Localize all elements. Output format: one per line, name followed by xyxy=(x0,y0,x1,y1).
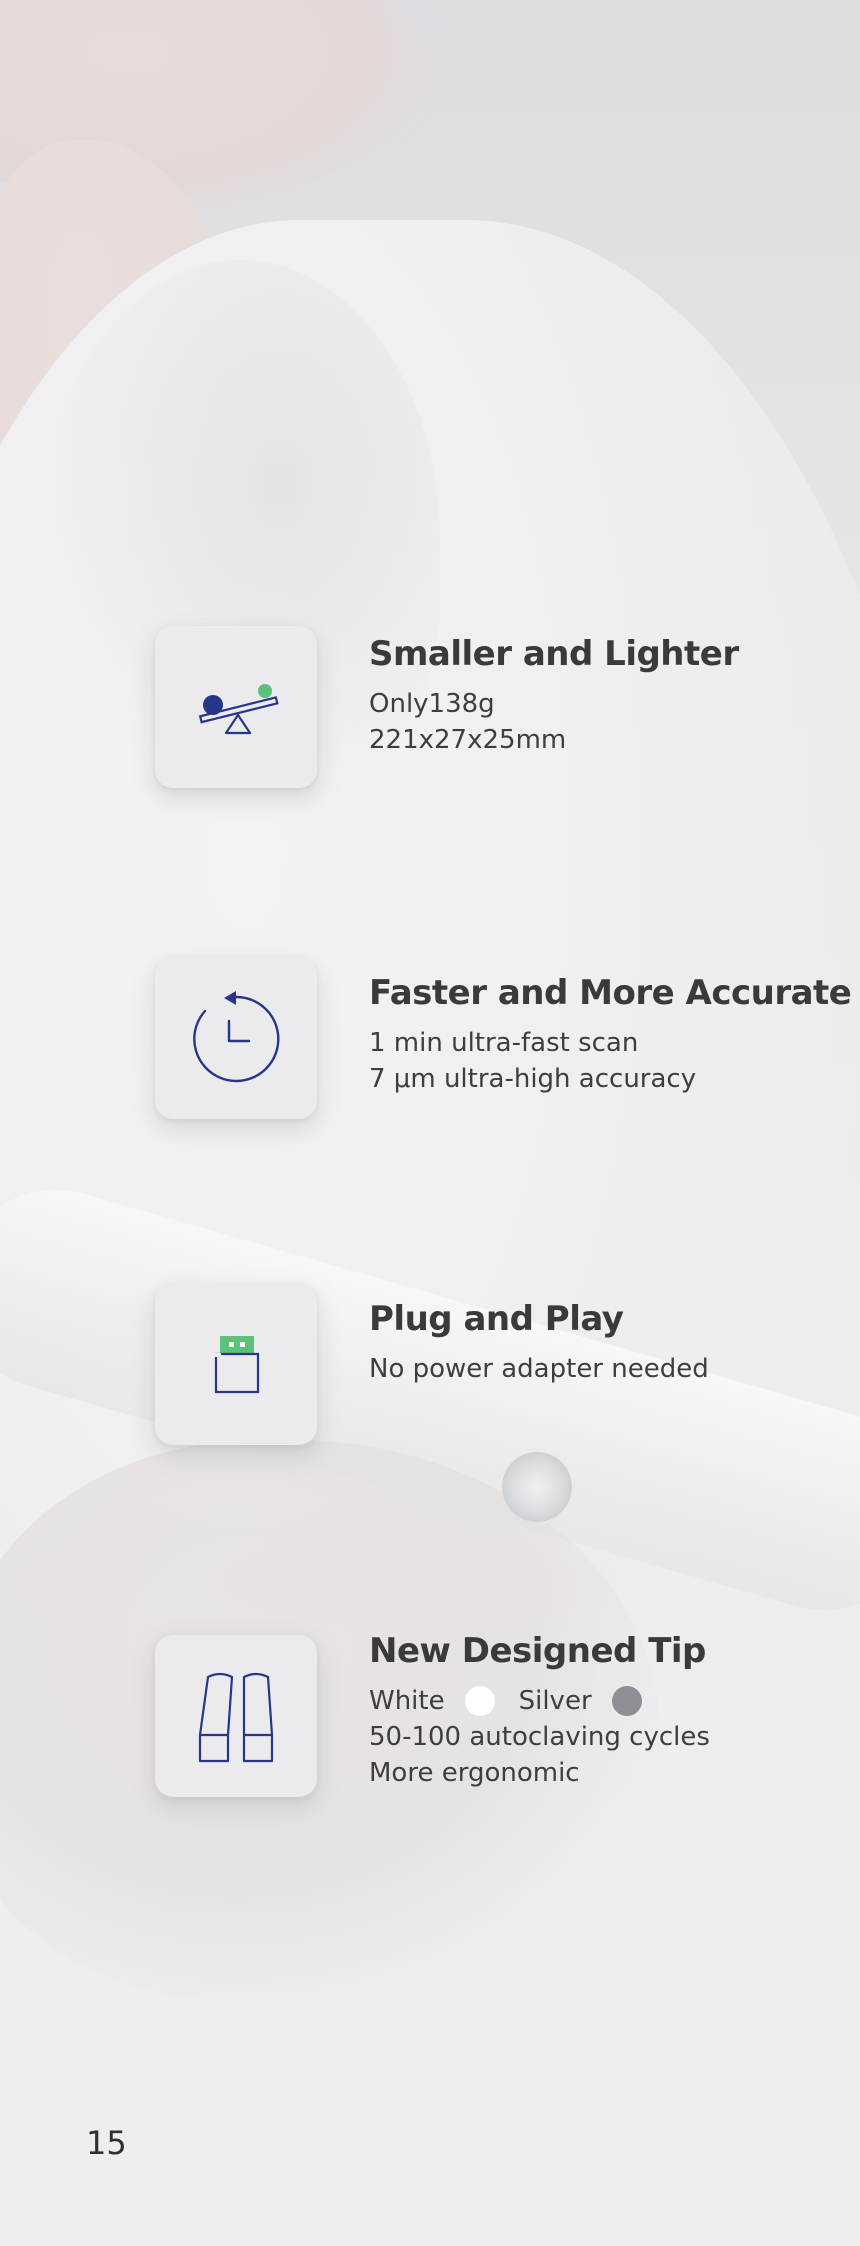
color-option-white-label: White xyxy=(369,1686,445,1716)
color-option-silver-label: Silver xyxy=(518,1686,592,1716)
clock-arrow-icon xyxy=(193,991,280,1083)
balance-seesaw-icon xyxy=(198,684,279,735)
feature-icon-card-plug xyxy=(155,1283,317,1445)
feature-title: Smaller and Lighter xyxy=(369,634,739,674)
feature-icon-card-speed xyxy=(155,957,317,1119)
feature-title: Plug and Play xyxy=(369,1299,624,1339)
feature-detail-dimensions: 221x27x25mm xyxy=(369,725,567,755)
feature-detail-power: No power adapter needed xyxy=(369,1354,709,1384)
scanner-tips-icon xyxy=(198,1672,274,1763)
page-number: 15 xyxy=(86,2124,127,2162)
feature-icon-card-tip xyxy=(155,1635,317,1797)
feature-smaller-lighter: Smaller and Lighter Only138g 221x27x25mm xyxy=(369,632,739,758)
feature-plug-play: Plug and Play No power adapter needed xyxy=(369,1297,709,1387)
feature-detail-accuracy: 7 μm ultra-high accuracy xyxy=(369,1064,697,1094)
feature-detail-autoclave: 50-100 autoclaving cycles xyxy=(369,1722,710,1752)
feature-faster-accurate: Faster and More Accurate 1 min ultra-fas… xyxy=(369,971,852,1097)
background-photo xyxy=(0,0,860,2246)
feature-new-tip: New Designed Tip White Silver 50-100 aut… xyxy=(369,1629,710,1791)
silver-swatch xyxy=(611,1686,642,1716)
usb-plug-icon xyxy=(213,1336,260,1394)
feature-icon-card-weight xyxy=(155,626,317,788)
feature-detail-weight: Only138g xyxy=(369,689,495,719)
feature-title: Faster and More Accurate xyxy=(369,973,852,1013)
feature-title: New Designed Tip xyxy=(369,1631,706,1671)
feature-detail-scan: 1 min ultra-fast scan xyxy=(369,1028,639,1058)
tip-color-options: White Silver xyxy=(369,1683,710,1719)
feature-detail-ergonomic: More ergonomic xyxy=(369,1758,580,1788)
white-swatch xyxy=(464,1686,495,1716)
